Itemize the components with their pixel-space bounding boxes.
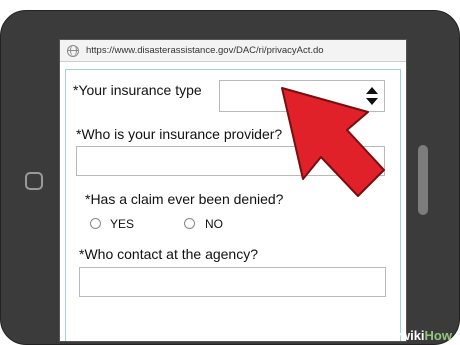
pointer-arrow-icon [281, 87, 385, 197]
wikihow-wiki: wiki [399, 328, 425, 343]
wikihow-how: How [424, 328, 452, 343]
wikihow-logo: wikiHow [400, 328, 452, 343]
